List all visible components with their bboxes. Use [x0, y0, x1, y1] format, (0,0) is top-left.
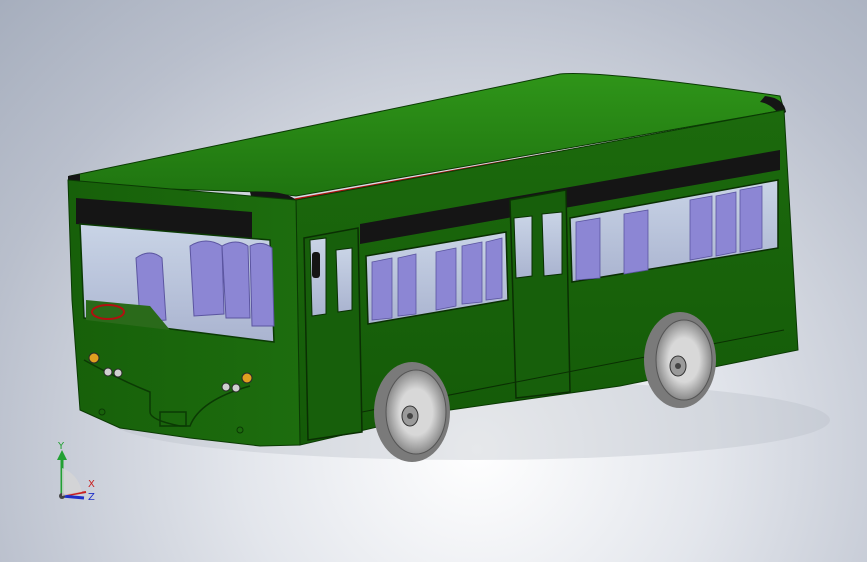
bus-3d-model[interactable]: [0, 0, 867, 562]
right-headlight-amber: [241, 372, 253, 384]
middle-door-window-right: [541, 211, 563, 277]
rear-wheel: [644, 312, 716, 408]
right-headlight-1: [221, 382, 231, 392]
graphics-viewport[interactable]: Y X Z: [0, 0, 867, 562]
left-headlight-2: [113, 368, 123, 378]
mirror: [312, 252, 320, 278]
triad-x-label: X: [88, 479, 95, 490]
front-door-window-right: [335, 247, 353, 313]
triad-z-label: Z: [88, 492, 95, 503]
left-headlight-1: [103, 367, 113, 377]
right-headlight-2: [231, 383, 241, 393]
left-headlight-amber: [88, 352, 100, 364]
coordinate-triad: Y X Z: [48, 438, 108, 508]
triad-graphic: [57, 450, 87, 500]
front-wheel: [374, 362, 450, 462]
triad-y-label: Y: [58, 441, 65, 452]
middle-door-window-left: [513, 215, 533, 279]
